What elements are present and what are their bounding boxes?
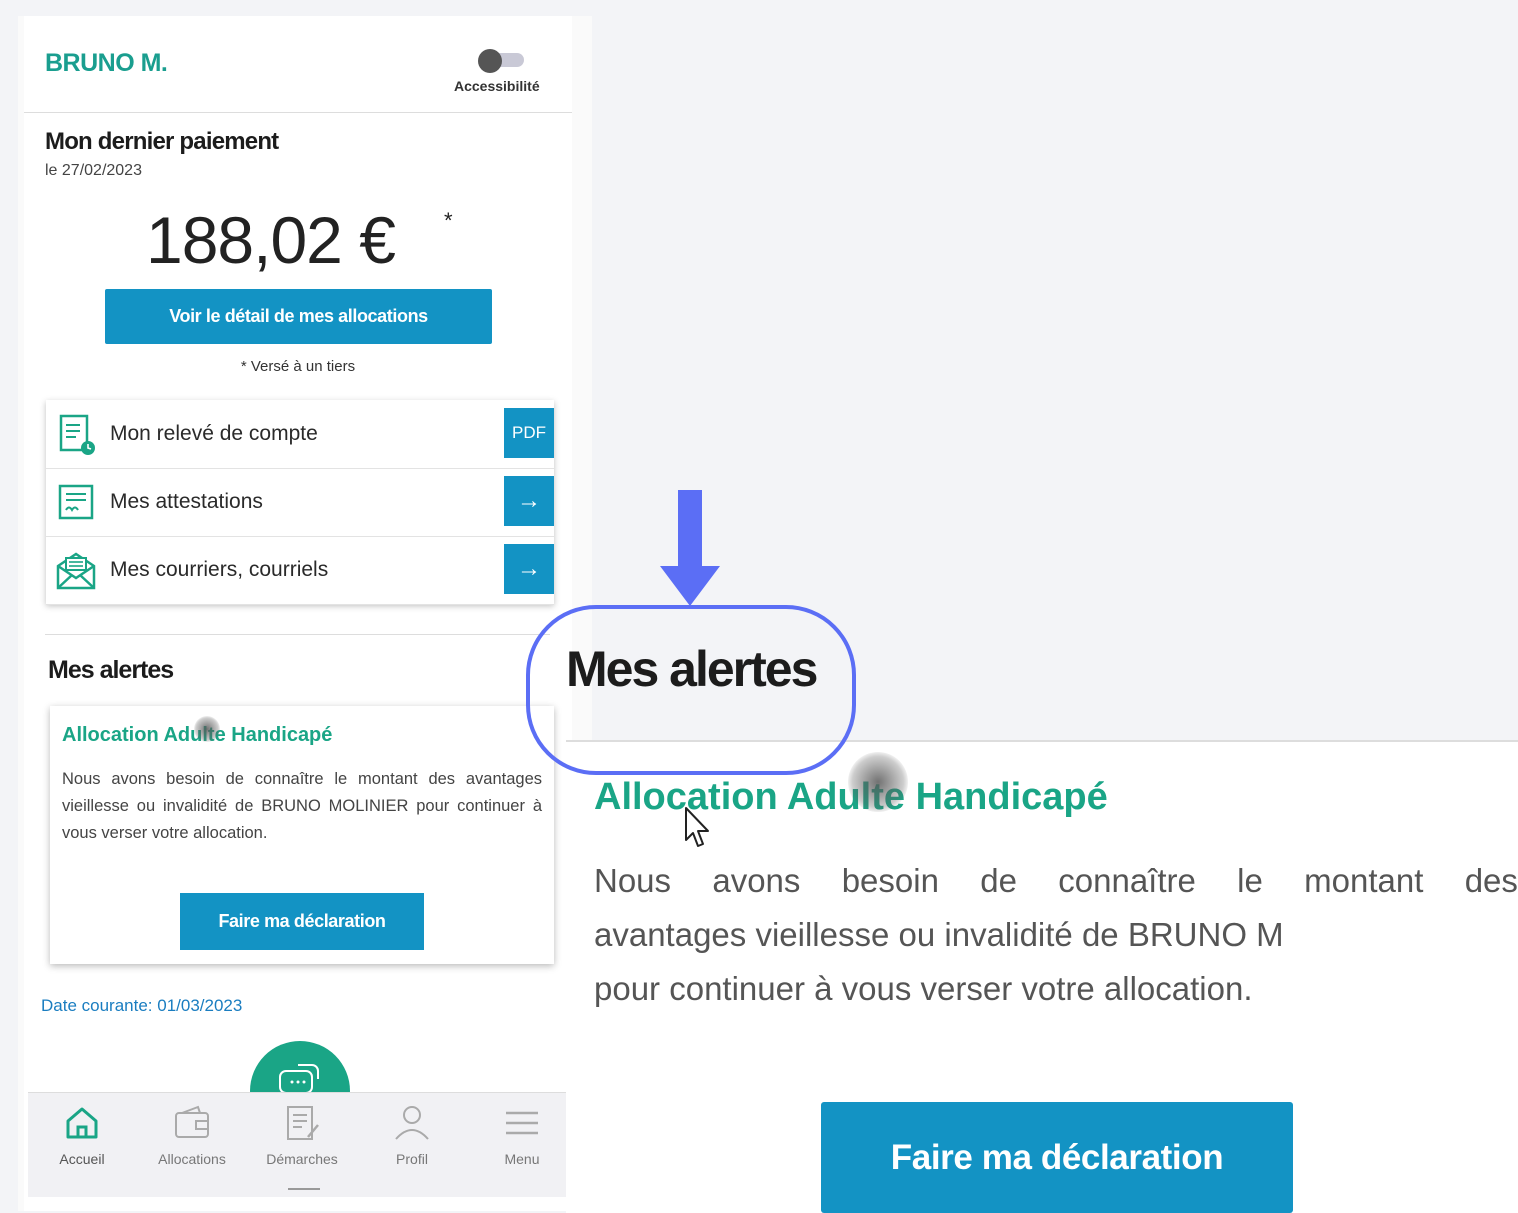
link-mail[interactable]: Mes courriers, courriels → (46, 536, 554, 605)
alerts-title: Mes alertes (48, 656, 174, 684)
alert-text: Nous avons besoin de connaître le montan… (62, 770, 542, 842)
annotation-arrow-down-icon (660, 490, 720, 606)
app-container: BRUNO M. Accessibilité Mon dernier paiem… (24, 16, 576, 1211)
nav-home[interactable]: Accueil (32, 1103, 132, 1167)
arrow-right-icon[interactable]: → (504, 476, 554, 526)
word: connaître (1058, 862, 1196, 899)
last-payment-date: le 27/02/2023 (45, 162, 142, 179)
word: de (980, 862, 1017, 899)
statement-icon (59, 414, 95, 455)
link-statement[interactable]: Mon relevé de compte PDF (46, 400, 554, 469)
zoom-alert-text: Nous avons besoin de connaître le montan… (594, 854, 1518, 1016)
wallet-icon (175, 1105, 209, 1138)
certificate-icon (58, 484, 94, 520)
last-payment-title: Mon dernier paiement (45, 128, 279, 155)
mouse-pointer-icon (685, 807, 709, 847)
current-date: Date courante: 01/03/2023 (41, 996, 243, 1015)
user-name: BRUNO M. (45, 49, 168, 77)
bottom-grab-bar (288, 1188, 320, 1190)
accessibility-toggle[interactable] (474, 49, 534, 73)
word: des (1464, 862, 1518, 899)
phone-screen: BRUNO M. Accessibilité Mon dernier paiem… (18, 16, 592, 1211)
zoom-text-line-1: Nous avons besoin de connaître le montan… (594, 854, 1518, 908)
payment-amount: 188,02 € (146, 203, 396, 277)
third-party-note: * Versé à un tiers (240, 358, 356, 375)
nav-menu[interactable]: Menu (472, 1103, 572, 1167)
user-icon (395, 1106, 429, 1140)
document-edit-icon (287, 1106, 319, 1140)
touch-blur (848, 752, 908, 812)
word: le (1237, 862, 1263, 899)
nav-profile[interactable]: Profil (362, 1103, 462, 1167)
nav-procedures[interactable]: Démarches (252, 1103, 352, 1167)
arrow-right-icon[interactable]: → (504, 544, 554, 594)
nav-menu-label: Menu (504, 1151, 540, 1167)
mail-icon (56, 552, 96, 590)
nav-allocations-label: Allocations (158, 1151, 226, 1167)
zoom-make-declaration-button[interactable]: Faire ma déclaration (821, 1102, 1293, 1213)
bottom-strip (24, 1197, 572, 1211)
nav-profile-label: Profil (396, 1151, 428, 1167)
make-declaration-button[interactable]: Faire ma déclaration (180, 893, 424, 950)
annotation-highlight-oval (526, 605, 856, 775)
word: besoin (841, 862, 939, 899)
section-divider (45, 634, 550, 635)
home-icon (66, 1107, 98, 1139)
links-card: Mon relevé de compte PDF Mes attestation… (46, 400, 554, 605)
link-certificates[interactable]: Mes attestations → (46, 468, 554, 537)
link-mail-label: Mes courriers, courriels (110, 558, 329, 581)
word: montant (1304, 862, 1424, 899)
hamburger-icon (506, 1111, 538, 1135)
zoom-text-line-2: avantages vieillesse ou invalidité de BR… (594, 916, 1284, 953)
toggle-knob (478, 49, 502, 73)
pdf-button[interactable]: PDF (504, 408, 554, 458)
payment-amount-marker: * (444, 208, 453, 233)
link-certificates-label: Mes attestations (110, 490, 263, 513)
word: avons (712, 862, 801, 899)
nav-procedures-label: Démarches (266, 1151, 338, 1167)
touch-blur (194, 716, 220, 742)
word: Nous (594, 862, 672, 899)
nav-home-label: Accueil (59, 1151, 105, 1167)
nav-allocations[interactable]: Allocations (142, 1103, 242, 1167)
link-statement-label: Mon relevé de compte (110, 422, 318, 445)
alert-card: Allocation Adulte Handicapé Nous avons b… (50, 706, 554, 964)
accessibility-label: Accessibilité (454, 78, 540, 94)
zoom-text-line-3: pour continuer à vous verser votre alloc… (594, 970, 1253, 1007)
view-allocations-detail-button[interactable]: Voir le détail de mes allocations (105, 289, 492, 344)
app-header: BRUNO M. Accessibilité (24, 16, 572, 113)
bottom-navigation: Accueil Allocations Démarches Profil Men… (28, 1092, 576, 1198)
